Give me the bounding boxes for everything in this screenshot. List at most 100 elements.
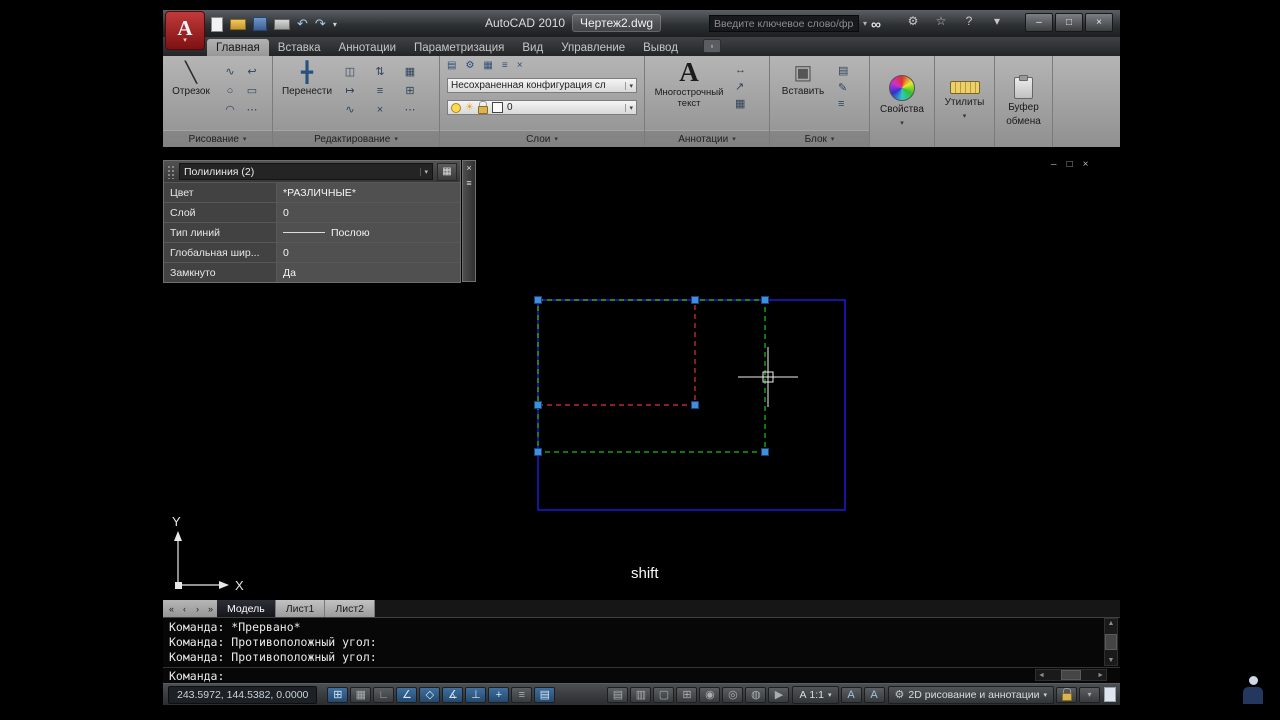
maximize-button[interactable]: □ [1055, 13, 1083, 32]
tab-nav-first-button[interactable]: « [165, 600, 178, 617]
qp-options-button[interactable]: ≡ [466, 179, 471, 188]
lwt-toggle[interactable]: ≡ [511, 686, 533, 703]
more-modify-icon[interactable]: ⋯ [399, 100, 421, 119]
command-scrollbar-horizontal[interactable]: ◄ ► [1035, 669, 1107, 681]
ortho-toggle[interactable]: ∟ [373, 686, 395, 703]
scale-icon[interactable]: ∿ [339, 100, 361, 119]
tab-layout1[interactable]: Лист1 [275, 600, 326, 617]
model-button[interactable]: ▤ [607, 686, 629, 703]
move-button[interactable]: ╋ Перенести [281, 60, 333, 97]
command-scrollbar-vertical[interactable]: ▲ ▼ [1104, 618, 1118, 666]
layer-states-icon[interactable]: ⚙ [465, 60, 474, 71]
leader-icon[interactable]: ↗ [735, 80, 746, 93]
command-input-line[interactable]: Команда: [163, 667, 1120, 683]
undo-button[interactable]: ↶ [297, 16, 308, 32]
show-motion-button[interactable]: ▶ [768, 686, 790, 703]
close-button[interactable]: × [1085, 13, 1113, 32]
new-file-button[interactable] [211, 16, 223, 32]
application-menu-button[interactable]: A ▾ [165, 11, 205, 50]
grip-handle[interactable] [534, 401, 542, 409]
status-options-button[interactable]: ▾ [1079, 686, 1100, 703]
property-value[interactable]: Послою [276, 223, 460, 242]
block-attributes-icon[interactable]: ≡ [838, 98, 848, 110]
quick-view-layouts-button[interactable]: ▢ [653, 686, 675, 703]
open-file-button[interactable] [230, 16, 246, 32]
search-dropdown-icon[interactable]: ▾ [863, 19, 867, 28]
property-value[interactable]: Да [276, 263, 460, 282]
property-value[interactable]: *РАЗЛИЧНЫЕ* [276, 183, 460, 202]
qp-settings-button[interactable]: ▦ [437, 162, 457, 181]
qat-options-button[interactable]: ▾ [333, 16, 337, 32]
panel-annotation-label[interactable]: Аннотации ▾ [645, 130, 769, 147]
clean-screen-button[interactable] [1104, 687, 1116, 702]
scroll-right-icon[interactable]: ► [1097, 672, 1104, 679]
property-value[interactable]: 0 [276, 203, 460, 222]
snap-toggle[interactable]: ⊞ [327, 686, 349, 703]
command-history[interactable]: Команда: *Прервано* Команда: Противополо… [163, 617, 1120, 667]
grip-handle[interactable] [761, 448, 769, 456]
polar-toggle[interactable]: ∠ [396, 686, 418, 703]
layer-match-icon[interactable]: ≡ [502, 60, 508, 71]
layer-off-icon[interactable]: × [517, 60, 523, 71]
grip-handle[interactable] [534, 296, 542, 304]
layer-dropdown[interactable]: ☀ 0 ▾ [447, 100, 637, 115]
more-draw-icon[interactable]: ⋯ [241, 100, 263, 119]
erase-icon[interactable]: × [369, 100, 391, 119]
ribbon-overflow-icon[interactable]: ▫ [702, 39, 721, 53]
doc-minimize-button[interactable]: ‒ [1051, 159, 1057, 170]
redo-button[interactable]: ↷ [315, 16, 326, 32]
panel-block-label[interactable]: Блок ▾ [770, 130, 869, 147]
qp-close-button[interactable]: × [466, 164, 471, 173]
tab-parametric[interactable]: Параметризация [405, 39, 513, 56]
tab-manage[interactable]: Управление [552, 39, 634, 56]
tab-insert[interactable]: Вставка [269, 39, 330, 56]
scroll-down-icon[interactable]: ▼ [1108, 657, 1115, 664]
drag-handle-icon[interactable] [167, 164, 175, 179]
tab-nav-next-button[interactable]: › [191, 600, 204, 617]
mtext-button[interactable]: А Многострочный текст [651, 57, 727, 109]
polyline-selected-dashed[interactable] [537, 299, 766, 453]
tab-annotate[interactable]: Аннотации [330, 39, 405, 56]
favorites-icon[interactable]: ☆ [933, 14, 949, 28]
tab-model[interactable]: Модель [217, 600, 276, 617]
osnap-toggle[interactable]: ◇ [419, 686, 441, 703]
doc-close-button[interactable]: × [1083, 159, 1089, 170]
mirror-icon[interactable]: ◫ [339, 62, 361, 81]
plot-button[interactable] [274, 16, 290, 32]
property-value[interactable]: 0 [276, 243, 460, 262]
layout-button[interactable]: ▥ [630, 686, 652, 703]
annotation-visibility-button[interactable]: А [840, 686, 862, 703]
tab-home[interactable]: Главная [207, 39, 269, 56]
toolbar-lock-button[interactable] [1056, 686, 1077, 703]
tab-nav-prev-button[interactable]: ‹ [178, 600, 191, 617]
array-icon[interactable]: ▦ [399, 62, 421, 81]
layer-state-dropdown[interactable]: Несохраненная конфигурация сл ▾ [447, 78, 637, 93]
arc-tool-icon[interactable]: ↩ [241, 62, 263, 81]
stretch-icon[interactable]: ↦ [339, 81, 361, 100]
line-button[interactable]: ╲ Отрезок [167, 60, 215, 97]
object-type-dropdown[interactable]: Полилиния (2) ▾ [179, 163, 433, 180]
panel-layers-label[interactable]: Слои ▾ [440, 130, 644, 147]
dimension-icon[interactable]: ↔ [735, 64, 746, 76]
polyline-red-dashed[interactable] [537, 299, 696, 406]
create-block-icon[interactable]: ▤ [838, 64, 848, 77]
rectangle-icon[interactable]: ▭ [241, 81, 263, 100]
scroll-left-icon[interactable]: ◄ [1038, 672, 1045, 679]
pan-button[interactable]: ◉ [699, 686, 721, 703]
grid-toggle[interactable]: ▦ [350, 686, 372, 703]
layer-properties-icon[interactable]: ▤ [447, 60, 456, 71]
table-icon[interactable]: ▦ [735, 97, 746, 110]
panel-draw-label[interactable]: Рисование ▾ [163, 130, 272, 147]
help-icon[interactable]: ? [961, 14, 977, 28]
grip-handle[interactable] [691, 296, 699, 304]
quick-view-drawings-button[interactable]: ⊞ [676, 686, 698, 703]
annotation-autoscale-button[interactable]: А [863, 686, 885, 703]
zoom-button[interactable]: ◎ [722, 686, 744, 703]
scroll-up-icon[interactable]: ▲ [1108, 620, 1115, 627]
grip-handle[interactable] [534, 448, 542, 456]
qp-toggle[interactable]: ▤ [534, 686, 556, 703]
panel-modify-label[interactable]: Редактирование ▾ [273, 130, 439, 147]
fillet-icon[interactable]: ⊞ [399, 81, 421, 100]
clipboard-panel-button[interactable]: Буфер обмена [995, 56, 1052, 147]
otrack-toggle[interactable]: ∡ [442, 686, 464, 703]
